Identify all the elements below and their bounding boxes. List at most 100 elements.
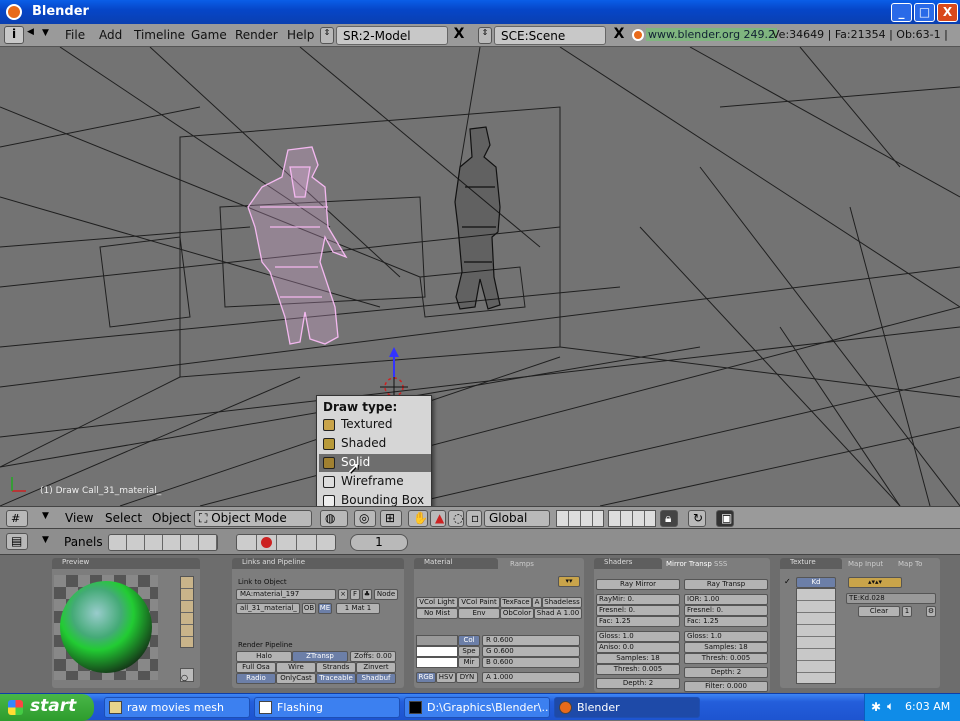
texface-button[interactable]: TexFace: [500, 597, 532, 608]
alpha-slider[interactable]: A 1.000: [482, 672, 580, 683]
transp-depth-field[interactable]: Depth: 2: [684, 667, 768, 678]
transp-thresh-field[interactable]: Thresh: 0.005: [684, 653, 768, 664]
material-arrows-button[interactable]: ▾▾: [558, 576, 580, 587]
link-me-button[interactable]: ME: [318, 603, 332, 614]
subcontext-buttons[interactable]: [236, 534, 336, 551]
shadeless-button[interactable]: Shadeless: [542, 597, 582, 608]
ray-transp-button[interactable]: Ray Transp: [684, 579, 768, 590]
texture-slots-list[interactable]: [796, 588, 836, 684]
preview-type-buttons[interactable]: [180, 576, 194, 648]
scene-name-field[interactable]: SCE:Scene: [494, 26, 606, 45]
rotate-manipulator[interactable]: ◌: [448, 510, 464, 527]
translate-manipulator[interactable]: ▲: [430, 510, 446, 527]
ior-slider[interactable]: IOR: 1.00: [684, 594, 768, 605]
mirror-fresnel-slider[interactable]: Fresnel: 0.: [596, 605, 680, 616]
object-mode-dropdown[interactable]: ⛶ Object Mode: [194, 510, 312, 527]
pipeline-onlycast-button[interactable]: OnlyCast: [276, 673, 316, 684]
texture-slot-active[interactable]: Kd: [796, 577, 836, 588]
material-name-field[interactable]: MA:material_197: [236, 589, 336, 600]
layer-buttons-left[interactable]: [556, 510, 604, 527]
transform-orientation-dropdown[interactable]: Global: [484, 510, 550, 527]
obcolor-button[interactable]: ObColor: [500, 608, 534, 619]
layer-buttons-right[interactable]: [608, 510, 656, 527]
pivot-dropdown[interactable]: ◎: [354, 510, 376, 527]
raymir-slider[interactable]: RayMir: 0.: [596, 594, 680, 605]
window-type-3d-icon[interactable]: #: [6, 510, 28, 527]
material-fake-user-button[interactable]: F: [350, 589, 360, 600]
start-button[interactable]: start: [0, 694, 94, 721]
draw-type-wireframe[interactable]: Wireframe: [319, 473, 431, 491]
task-blender[interactable]: Blender: [554, 697, 700, 718]
menu-toggle-icon[interactable]: ▼: [42, 28, 49, 38]
close-button[interactable]: X: [937, 3, 958, 22]
frame-number-field[interactable]: 1: [350, 534, 408, 551]
vcol-paint-button[interactable]: VCol Paint: [458, 597, 500, 608]
pipeline-wire-button[interactable]: Wire: [276, 662, 316, 673]
menu-file[interactable]: File: [65, 28, 85, 42]
mesh-name-field[interactable]: all_31_material_: [236, 603, 300, 614]
info-window-type-icon[interactable]: i: [4, 26, 24, 44]
scale-manipulator[interactable]: ▫: [466, 510, 482, 527]
maximize-button[interactable]: □: [914, 3, 935, 22]
material-node-button[interactable]: Node: [374, 589, 398, 600]
draw-type-dropdown[interactable]: ◍: [320, 510, 348, 527]
blue-slider[interactable]: B 0.600: [482, 657, 580, 668]
map-input-tab[interactable]: Map Input: [848, 560, 883, 568]
mirror-thresh-field[interactable]: Thresh: 0.005: [596, 664, 680, 675]
preview-refresh-button[interactable]: ○: [180, 668, 194, 682]
shad-alpha-field[interactable]: Shad A 1.00: [534, 608, 582, 619]
mirror-fac-slider[interactable]: Fac: 1.25: [596, 616, 680, 627]
pipeline-zoffs-field[interactable]: Zoffs: 0.00: [350, 651, 396, 662]
draw-type-textured[interactable]: Textured: [319, 416, 431, 434]
screen-name-field[interactable]: SR:2-Model: [336, 26, 448, 45]
pipeline-ztransp-button[interactable]: ZTransp: [292, 651, 348, 662]
menu-render[interactable]: Render: [235, 28, 278, 42]
mir-button[interactable]: Mir: [458, 657, 480, 668]
mirror-depth-field[interactable]: Depth: 2: [596, 678, 680, 689]
buttons-menu-toggle-icon[interactable]: ▼: [42, 535, 49, 545]
vcol-light-button[interactable]: VCol Light: [416, 597, 458, 608]
3d-viewport[interactable]: (1) Draw Call_31_material_: [0, 47, 960, 506]
menu-game[interactable]: Game: [191, 28, 227, 42]
mirror-gloss-slider[interactable]: Gloss: 1.0: [596, 631, 680, 642]
layer-lock-button[interactable]: ⊞: [380, 510, 402, 527]
transp-gloss-slider[interactable]: Gloss: 1.0: [684, 631, 768, 642]
col-button[interactable]: Col: [458, 635, 480, 646]
pipeline-zinvert-button[interactable]: Zinvert: [356, 662, 396, 673]
mirror-aniso-slider[interactable]: Aniso: 0.0: [596, 642, 680, 653]
transp-samples-field[interactable]: Samples: 18: [684, 642, 768, 653]
pipeline-full-osa-button[interactable]: Full Osa: [236, 662, 276, 673]
transp-filter-field[interactable]: Filter: 0.000: [684, 681, 768, 692]
texture-arrows-button[interactable]: ▴▾▴▾: [848, 577, 902, 588]
texture-clear-button[interactable]: Clear: [858, 606, 900, 617]
red-slider[interactable]: R 0.600: [482, 635, 580, 646]
texture-name-field[interactable]: TE:Kd.028: [846, 593, 936, 604]
rgb-mode-button[interactable]: RGB: [416, 672, 436, 683]
material-unlink-button[interactable]: ×: [338, 589, 348, 600]
spe-button[interactable]: Spe: [458, 646, 480, 657]
green-slider[interactable]: G 0.600: [482, 646, 580, 657]
task-flashing[interactable]: Flashing: [254, 697, 400, 718]
render-preview-button[interactable]: ↻: [688, 510, 706, 527]
draw-type-solid[interactable]: Solid: [319, 454, 431, 472]
menu-timeline[interactable]: Timeline: [134, 28, 185, 42]
texface-alpha-button[interactable]: A: [532, 597, 542, 608]
ramps-tab[interactable]: Ramps: [510, 560, 534, 568]
dyn-mode-button[interactable]: DYN: [456, 672, 478, 683]
context-buttons[interactable]: [108, 534, 218, 551]
texture-users-field[interactable]: 1: [902, 606, 912, 617]
scene-browse-button[interactable]: ⇕: [478, 27, 492, 44]
mirror-samples-field[interactable]: Samples: 18: [596, 653, 680, 664]
pipeline-traceable-button[interactable]: Traceable: [316, 673, 356, 684]
delete-scene-button[interactable]: X: [610, 26, 628, 45]
buttons-window-type-icon[interactable]: ▤: [6, 533, 28, 550]
hsv-mode-button[interactable]: HSV: [436, 672, 456, 683]
volume-icon[interactable]: 🔈︎: [887, 699, 894, 714]
screen-browse-button[interactable]: ⇕: [320, 27, 334, 44]
spe-swatch[interactable]: [416, 646, 458, 657]
manipulator-toggle[interactable]: ✋: [408, 510, 428, 527]
ray-mirror-button[interactable]: Ray Mirror: [596, 579, 680, 590]
no-mist-button[interactable]: No Mist: [416, 608, 458, 619]
texture-settings-icon[interactable]: ⚙: [926, 606, 936, 617]
env-button[interactable]: Env: [458, 608, 500, 619]
